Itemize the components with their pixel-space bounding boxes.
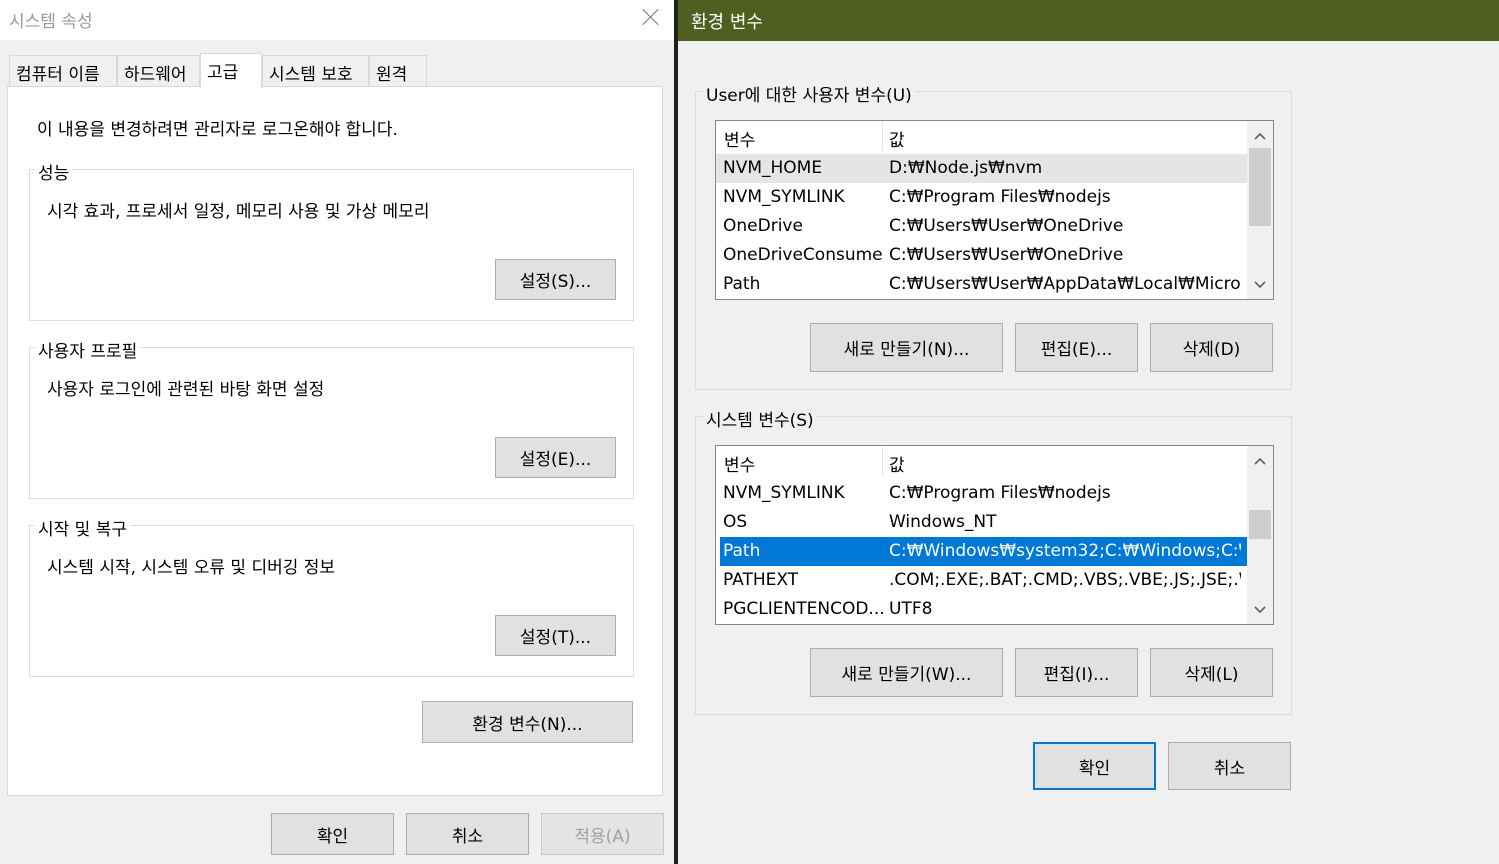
table-row[interactable]: Path C:₩Users₩User₩AppData₩Local₩Micros.… [716, 270, 1249, 299]
variable-value: UTF8 [889, 599, 933, 619]
user-profiles-label: 사용자 프로필 [35, 337, 141, 362]
variable-name: OneDriveConsumer [723, 245, 883, 265]
table-row[interactable]: PATHEXT .COM;.EXE;.BAT;.CMD;.VBS;.VBE;.J… [716, 566, 1249, 595]
column-header-value[interactable]: 값 [889, 126, 905, 151]
column-header-value[interactable]: 값 [889, 451, 905, 476]
scrollbar-thumb[interactable] [1249, 510, 1271, 539]
user-new-button[interactable]: 새로 만들기(N)... [810, 323, 1003, 372]
vertical-scrollbar[interactable] [1247, 121, 1273, 299]
variable-value: C:₩Windows₩system32;C:₩Windows;C:₩... [889, 541, 1241, 561]
window-title: 환경 변수 [691, 12, 763, 33]
list-header: 변수 값 [716, 446, 1249, 476]
table-row[interactable]: OneDrive C:₩Users₩User₩OneDrive [716, 212, 1249, 241]
system-variables-label: 시스템 변수(S) [703, 406, 817, 431]
scrollbar-thumb[interactable] [1249, 148, 1271, 226]
startup-recovery-description: 시스템 시작, 시스템 오류 및 디버깅 정보 [47, 558, 336, 578]
user-delete-button[interactable]: 삭제(D) [1150, 323, 1273, 372]
column-separator[interactable] [882, 446, 883, 476]
close-icon[interactable] [640, 6, 662, 28]
variable-name: NVM_SYMLINK [723, 187, 845, 207]
title-bar[interactable]: 환경 변수 [678, 0, 1499, 41]
system-edit-button[interactable]: 편집(I)... [1015, 648, 1138, 697]
title-bar[interactable]: 시스템 속성 [0, 0, 674, 40]
chevron-down-icon[interactable] [1247, 272, 1273, 298]
tab-hardware[interactable]: 하드웨어 [117, 55, 200, 87]
user-profiles-settings-button[interactable]: 설정(E)... [495, 437, 616, 478]
chevron-down-icon[interactable] [1247, 597, 1273, 623]
user-edit-button[interactable]: 편집(E)... [1015, 323, 1138, 372]
column-header-variable[interactable]: 변수 [724, 451, 755, 476]
column-header-variable[interactable]: 변수 [724, 126, 755, 151]
environment-variables-button[interactable]: 환경 변수(N)... [422, 701, 633, 743]
variable-value: .COM;.EXE;.BAT;.CMD;.VBS;.VBE;.JS;.JSE;.… [889, 570, 1241, 590]
variable-name: OS [723, 512, 748, 532]
variable-value: C:₩Users₩User₩OneDrive [889, 216, 1124, 236]
variable-name: OneDrive [723, 216, 803, 236]
variable-value: D:₩Node.js₩nvm [889, 158, 1043, 178]
tab-panel-advanced: 이 내용을 변경하려면 관리자로 로그온해야 합니다. 시각 효과, 프로세서 … [7, 86, 663, 796]
variable-value: C:₩Program Files₩nodejs [889, 187, 1111, 207]
user-variables-list[interactable]: 변수 값 NVM_HOME D:₩Node.js₩nvm NVM_SYMLINK… [715, 120, 1274, 300]
cancel-button[interactable]: 취소 [1168, 742, 1291, 790]
variable-value: C:₩Users₩User₩OneDrive [889, 245, 1124, 265]
variable-name: PATHEXT [723, 570, 799, 590]
vertical-scrollbar[interactable] [1247, 446, 1273, 624]
list-header: 변수 값 [716, 121, 1249, 151]
variable-name: NVM_SYMLINK [723, 483, 845, 503]
table-row[interactable]: NVM_HOME D:₩Node.js₩nvm [716, 154, 1249, 183]
column-separator[interactable] [882, 121, 883, 151]
tab-computer-name[interactable]: 컴퓨터 이름 [9, 55, 117, 87]
performance-description: 시각 효과, 프로세서 일정, 메모리 사용 및 가상 메모리 [47, 202, 430, 222]
performance-settings-button[interactable]: 설정(S)... [495, 259, 616, 300]
cancel-button[interactable]: 취소 [406, 813, 529, 855]
startup-recovery-group: 시스템 시작, 시스템 오류 및 디버깅 정보 설정(T)... [29, 525, 634, 677]
tab-remote[interactable]: 원격 [369, 55, 427, 87]
performance-group: 시각 효과, 프로세서 일정, 메모리 사용 및 가상 메모리 설정(S)... [29, 169, 634, 321]
environment-variables-window: 환경 변수 변수 값 NVM_HOME D:₩Node.js₩nvm NVM_S… [678, 0, 1499, 864]
variable-value: Windows_NT [889, 512, 997, 532]
variable-name: PGCLIENTENCOD... [723, 599, 883, 619]
table-row[interactable]: NVM_SYMLINK C:₩Program Files₩nodejs [716, 479, 1249, 508]
window-title: 시스템 속성 [9, 12, 93, 32]
user-profiles-group: 사용자 로그인에 관련된 바탕 화면 설정 설정(E)... [29, 347, 634, 499]
system-new-button[interactable]: 새로 만들기(W)... [810, 648, 1003, 697]
tab-system-protection[interactable]: 시스템 보호 [262, 55, 369, 87]
startup-recovery-label: 시작 및 복구 [35, 515, 131, 540]
variable-value: C:₩Program Files₩nodejs [889, 483, 1111, 503]
table-row-selected[interactable]: Path C:₩Windows₩system32;C:₩Windows;C:₩.… [720, 537, 1250, 566]
startup-recovery-settings-button[interactable]: 설정(T)... [495, 615, 616, 656]
table-row[interactable]: PGCLIENTENCOD... UTF8 [716, 595, 1249, 624]
apply-button[interactable]: 적용(A) [541, 813, 664, 855]
admin-notice: 이 내용을 변경하려면 관리자로 로그온해야 합니다. [37, 120, 398, 140]
chevron-up-icon[interactable] [1247, 448, 1273, 474]
system-properties-window: 시스템 속성 컴퓨터 이름 하드웨어 고급 시스템 보호 원격 이 내용을 변경… [0, 0, 674, 864]
variable-name: Path [723, 541, 761, 561]
user-variables-label: User에 대한 사용자 변수(U) [703, 81, 915, 106]
ok-button[interactable]: 확인 [1033, 742, 1156, 790]
user-variables-group: 변수 값 NVM_HOME D:₩Node.js₩nvm NVM_SYMLINK… [695, 91, 1292, 390]
performance-label: 성능 [35, 159, 73, 184]
system-variables-list[interactable]: 변수 값 NVM_SYMLINK C:₩Program Files₩nodejs… [715, 445, 1274, 625]
table-row[interactable]: OneDriveConsumer C:₩Users₩User₩OneDrive [716, 241, 1249, 270]
tab-advanced[interactable]: 고급 [200, 53, 262, 88]
variable-value: C:₩Users₩User₩AppData₩Local₩Micros... [889, 274, 1241, 294]
variable-name: NVM_HOME [723, 158, 823, 178]
ok-button[interactable]: 확인 [271, 813, 394, 855]
variable-name: Path [723, 274, 761, 294]
chevron-up-icon[interactable] [1247, 123, 1273, 149]
table-row[interactable]: NVM_SYMLINK C:₩Program Files₩nodejs [716, 183, 1249, 212]
system-variables-group: 변수 값 NVM_SYMLINK C:₩Program Files₩nodejs… [695, 416, 1292, 715]
system-delete-button[interactable]: 삭제(L) [1150, 648, 1273, 697]
table-row[interactable]: OS Windows_NT [716, 508, 1249, 537]
user-profiles-description: 사용자 로그인에 관련된 바탕 화면 설정 [47, 380, 325, 400]
